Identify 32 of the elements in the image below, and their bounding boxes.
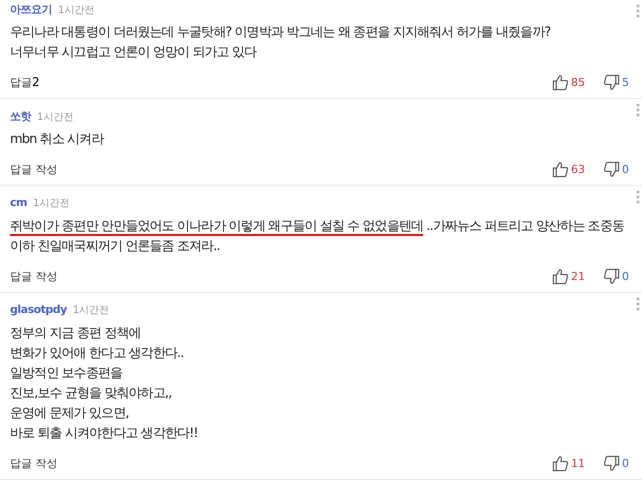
username[interactable]: cm xyxy=(10,196,27,209)
dislike-count: 0 xyxy=(622,162,630,176)
thumbs-down-icon[interactable] xyxy=(603,74,620,90)
reply-button[interactable]: 답글 작성 xyxy=(10,268,58,284)
comment-text: mbn 취소 시켜라 xyxy=(10,131,105,149)
username[interactable]: glasotpdy xyxy=(10,303,67,316)
like-count: 63 xyxy=(571,162,585,176)
thumbs-down-icon[interactable] xyxy=(603,454,620,472)
like-count: 11 xyxy=(571,456,585,470)
reply-button[interactable]: 답글2 xyxy=(10,74,40,90)
comment-text: 쥐박이가 종편만 안만들었어도 이나라가 이렇게 왜구들이 설칠 수 없었을텐데 ..가짜뉴스 퍼트리고 양산하는 조중동이하 친일매국찌꺼기 언론들좀 조져라.. xyxy=(10,218,625,256)
dislike-count: 5 xyxy=(622,76,630,88)
reply-button[interactable]: 답글 작성 xyxy=(10,162,58,176)
username[interactable]: 쏘핫 xyxy=(10,109,31,124)
timestamp: 1시간전 xyxy=(58,4,94,17)
thumbs-down-icon[interactable] xyxy=(603,160,620,178)
comment-text: 우리나라 대통령이 더러웠는데 누굴탓해? 이명박과 박그네는 왜 종편을 지지해줘서 허가를 내줬을까? 너무너무 시끄럽고 언론이 엉망이 되가고 있다 xyxy=(10,24,552,62)
dislike-count: 0 xyxy=(622,270,630,282)
comment-text: 정부의 지금 종편 정책에 변화가 있어애 한다고 생각한다.. 일방적인 보수종편을 진보,보수 균형을 맞춰야하고,, 운영에 문제가 있으면, 바로 퇴출 시켜야한다고 생각한다!! xyxy=(10,325,199,443)
reply-button[interactable]: 답글 작성 xyxy=(10,456,58,470)
thumbs-up-icon[interactable] xyxy=(552,268,569,284)
timestamp: 1시간전 xyxy=(32,197,70,210)
like-count: 85 xyxy=(571,76,585,88)
thumbs-up-icon[interactable] xyxy=(552,74,569,90)
timestamp: 1시간전 xyxy=(72,304,110,317)
thumbs-up-icon[interactable] xyxy=(552,160,569,178)
like-count: 21 xyxy=(571,270,585,282)
username[interactable]: 아쯔요기 xyxy=(10,2,52,17)
dislike-count: 0 xyxy=(622,456,630,470)
thumbs-down-icon[interactable] xyxy=(603,268,620,284)
thumbs-up-icon[interactable] xyxy=(552,454,569,472)
timestamp: 1시간전 xyxy=(37,111,74,124)
